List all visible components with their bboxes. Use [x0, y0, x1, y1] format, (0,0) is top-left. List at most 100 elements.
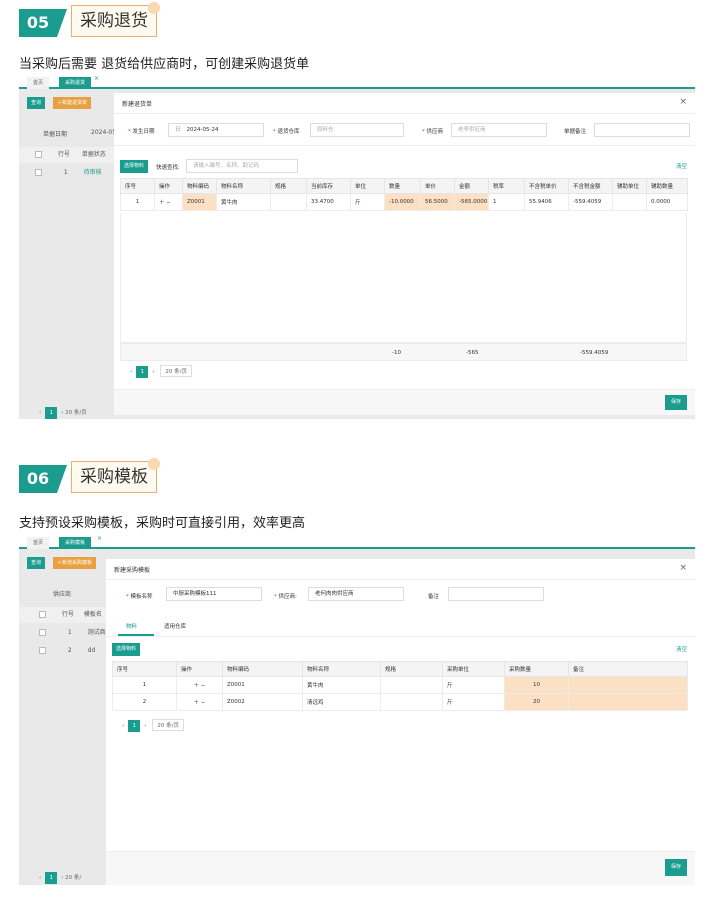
tab-home[interactable]: 首页: [27, 537, 50, 549]
supplier-select[interactable]: 老何肉肉供应商: [308, 587, 404, 601]
supplier-label: * 供应商: [422, 129, 444, 135]
close-icon[interactable]: ×: [679, 563, 687, 573]
cell-code[interactable]: Z0001: [182, 193, 217, 211]
note-input[interactable]: [594, 123, 690, 137]
supplier-label: 供应商: [53, 591, 72, 598]
note-input[interactable]: [448, 587, 544, 601]
date-label: * 发生日期: [128, 129, 155, 135]
tab-materials[interactable]: 物料: [126, 622, 137, 630]
date-label: 单据日期: [43, 131, 68, 138]
row-no: 1: [63, 169, 68, 176]
column-header: 当前库存: [306, 178, 351, 194]
select-material-button[interactable]: 选择物料: [120, 160, 149, 173]
query-button[interactable]: 查询: [27, 557, 46, 569]
column-header: 序号: [120, 178, 155, 194]
cell-code: Z0001: [222, 676, 303, 694]
close-tab-icon[interactable]: ×: [94, 75, 99, 82]
modal-title: 新建采购模板: [114, 567, 151, 574]
row-checkbox[interactable]: [35, 169, 42, 176]
column-header: 采购数量: [504, 661, 569, 677]
screenshot-purchase-return: 首页 采购退货 × 查询 ＋新建退货单 单据日期 2024-05 行号 单据状态…: [19, 75, 695, 419]
cell-ex_amount: -559.4059: [568, 193, 613, 211]
page-1[interactable]: 1: [128, 720, 141, 732]
table-header: 序号 操作 物料编码 物料名称 规格 采购单位 采购数量 备注: [112, 661, 688, 677]
tab-purchase-template[interactable]: 采购模板: [59, 537, 92, 549]
supplier-select[interactable]: 老李供应商: [451, 123, 547, 137]
cell-ex_price: 55.9406: [524, 193, 569, 211]
cell-note[interactable]: [568, 693, 688, 711]
cell-name: 黄牛肉: [216, 193, 271, 211]
page-1[interactable]: 1: [136, 366, 149, 378]
page-size[interactable]: 20 条/页: [65, 410, 87, 416]
page-size[interactable]: 20 条/: [65, 875, 81, 881]
row-checkbox[interactable]: [39, 629, 46, 636]
table-row[interactable]: 1 ＋ − Z0001 黄牛肉 斤 10: [112, 676, 688, 694]
row-checkbox[interactable]: [39, 647, 46, 654]
column-header: 辅助单位: [612, 178, 647, 194]
col-row-no: 行号: [61, 611, 74, 618]
date-input[interactable]: 日 2024-05-24: [168, 123, 264, 137]
cell-qty[interactable]: -10.0000: [384, 193, 421, 211]
select-all-checkbox[interactable]: [39, 611, 46, 618]
row-status[interactable]: 待审核: [84, 169, 102, 176]
close-icon[interactable]: ×: [679, 97, 687, 107]
new-template-modal: 新建采购模板 × * 模板名称 中厨采购模板111 * 供应商: 老何肉肉供应商…: [106, 559, 695, 885]
tab-warehouses[interactable]: 适用仓库: [164, 622, 186, 630]
cell-unit: 斤: [350, 193, 385, 211]
cell-amount[interactable]: -565.0000: [454, 193, 489, 211]
select-all-checkbox[interactable]: [35, 151, 42, 158]
cell-ops[interactable]: ＋ −: [176, 676, 223, 694]
template-name-input[interactable]: 中厨采购模板111: [166, 587, 262, 601]
cell-ops[interactable]: ＋ −: [176, 693, 223, 711]
column-header: 单价: [420, 178, 455, 194]
cell-qty[interactable]: 10: [504, 676, 569, 694]
warehouse-select[interactable]: 原料仓: [310, 123, 404, 137]
cell-seq: 1: [120, 193, 155, 211]
warehouse-label: * 退货仓库: [273, 129, 300, 135]
decor-dot: [148, 2, 160, 14]
cell-tax: 1: [488, 193, 525, 211]
column-header: 税率: [488, 178, 525, 194]
page-size-select[interactable]: 20 条/页: [160, 365, 193, 377]
cell-aux_unit: [612, 193, 647, 211]
cell-price[interactable]: 56.5000: [420, 193, 455, 211]
table-row[interactable]: 1 ＋ − Z0001 黄牛肉 33.4700 斤 -10.0000 56.5000 -565.…: [120, 193, 688, 211]
quick-search-input[interactable]: 请输入编号、名称、助记码: [186, 159, 298, 173]
cell-spec: [380, 693, 443, 711]
page-1[interactable]: 1: [45, 407, 58, 419]
query-button[interactable]: 查询: [27, 97, 46, 109]
total-ex-amount: -559.4059: [580, 350, 609, 356]
col-status: 单据状态: [81, 151, 106, 158]
save-button[interactable]: 保存: [664, 395, 687, 410]
cell-qty[interactable]: 20: [504, 693, 569, 711]
column-header: 序号: [112, 661, 177, 677]
column-header: 单位: [350, 178, 385, 194]
tab-home[interactable]: 首页: [27, 77, 50, 89]
close-tab-icon[interactable]: ×: [97, 535, 102, 542]
supplier-label: * 供应商:: [274, 594, 297, 600]
tab-bar: 首页 采购模板 ×: [19, 535, 695, 549]
bg-pager: ‹ 1 › 20 条/: [39, 872, 81, 884]
page-1[interactable]: 1: [45, 872, 58, 884]
page-size-select[interactable]: 20 条/页: [152, 719, 185, 731]
row-name: dd: [87, 647, 96, 654]
bg-pager: ‹ 1 › 20 条/页: [39, 407, 87, 419]
column-header: 数量: [384, 178, 421, 194]
clear-link[interactable]: 清空: [676, 162, 687, 170]
new-return-button[interactable]: ＋新建退货单: [53, 97, 92, 109]
cell-name: 清远鸡: [302, 693, 381, 711]
total-amount: -565: [466, 350, 479, 356]
clear-link[interactable]: 清空: [676, 645, 687, 653]
section-number: 06: [19, 465, 67, 493]
cell-ops[interactable]: ＋ −: [154, 193, 183, 211]
new-template-button[interactable]: ＋新增采购模板: [53, 557, 97, 569]
tab-purchase-return[interactable]: 采购退货: [59, 77, 92, 89]
table-row[interactable]: 2 ＋ − Z0002 清远鸡 斤 20: [112, 693, 688, 711]
col-template-name: 模板名: [83, 611, 102, 618]
col-row-no: 行号: [57, 151, 70, 158]
cell-note[interactable]: [568, 676, 688, 694]
save-button[interactable]: 保存: [664, 859, 687, 876]
template-items-table: 序号 操作 物料编码 物料名称 规格 采购单位 采购数量 备注 1 ＋ − Z0001 黄牛肉斤 10…: [112, 661, 688, 711]
column-header: 辅助数量: [646, 178, 688, 194]
select-material-button[interactable]: 选择物料: [112, 643, 141, 656]
